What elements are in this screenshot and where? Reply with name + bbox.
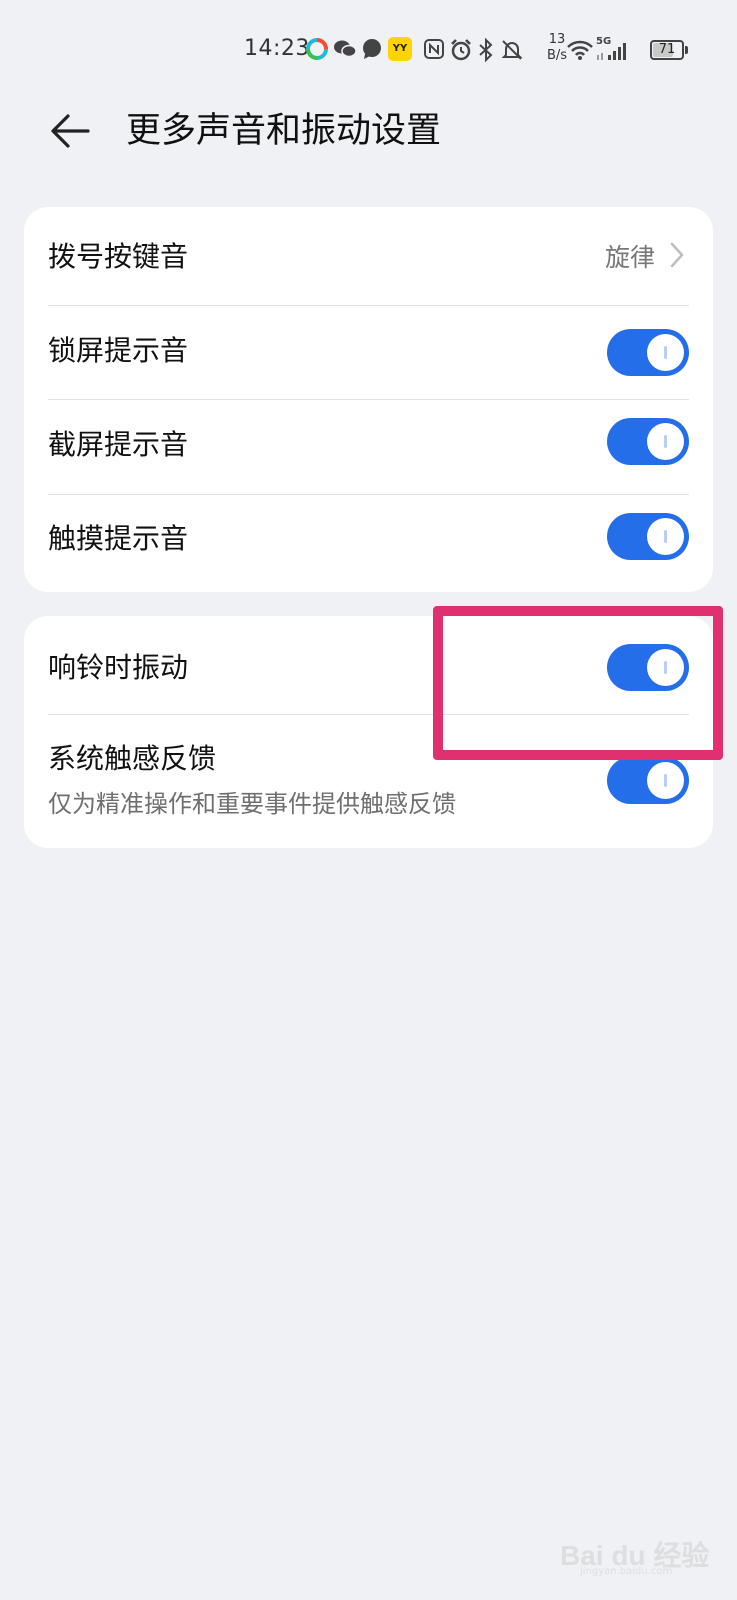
dial-keypad-tone-row[interactable]: 拨号按键音 旋律 [24,207,713,301]
row-label: 响铃时振动 [48,651,189,684]
row-label: 系统触感反馈 [48,742,217,775]
toggle-knob [647,518,684,555]
settings-group-sounds: 拨号按键音 旋律 锁屏提示音 截屏提示音 触摸提示音 [24,207,713,592]
toggle-mark [664,530,667,543]
row-label: 截屏提示音 [48,428,189,461]
chevron-right-icon [670,242,684,268]
toggle-mark [664,774,667,787]
battery-tip [685,46,688,54]
bluetooth-icon [477,38,495,62]
system-haptics-toggle[interactable] [607,757,689,804]
yy-app-icon: YY [388,37,412,61]
screenshot-sound-row: 截屏提示音 [24,400,713,494]
row-label: 拨号按键音 [48,240,189,273]
toggle-knob [647,334,684,371]
screenshot-sound-toggle[interactable] [607,418,689,465]
svg-text:YY: YY [392,43,408,54]
wifi-icon [566,39,594,61]
touch-sound-toggle[interactable] [607,513,689,560]
app-icon [306,38,328,60]
battery-icon: 71 [650,40,684,60]
message-icon [361,38,383,60]
baidu-watermark: Bai du 经验 jingyan.baidu.com [560,1520,720,1582]
arrow-left-icon [51,114,90,148]
highlight-box [433,606,723,760]
toggle-knob [647,423,684,460]
toggle-mark [664,346,667,359]
row-label: 锁屏提示音 [48,334,189,367]
back-button[interactable] [48,108,96,156]
lock-screen-sound-row: 锁屏提示音 [24,306,713,400]
status-bar: 14:23 YY 13 B/s 5G 71 [0,30,737,70]
toggle-mark [664,435,667,448]
touch-sound-row: 触摸提示音 [24,495,713,589]
page-title: 更多声音和振动设置 [126,111,442,151]
status-time: 14:23 [244,36,310,61]
signal-icon [596,38,628,62]
watermark-url: jingyan.baidu.com [580,1566,673,1577]
lock-screen-sound-toggle[interactable] [607,329,689,376]
row-label: 触摸提示音 [48,522,189,555]
row-value: 旋律 [604,243,655,272]
mute-icon [500,38,524,62]
toggle-knob [647,762,684,799]
nfc-icon [423,38,445,60]
row-subtitle: 仅为精准操作和重要事件提供触感反馈 [48,790,456,818]
battery-level: 71 [658,42,676,57]
wechat-icon [333,39,357,59]
alarm-icon [449,38,473,62]
